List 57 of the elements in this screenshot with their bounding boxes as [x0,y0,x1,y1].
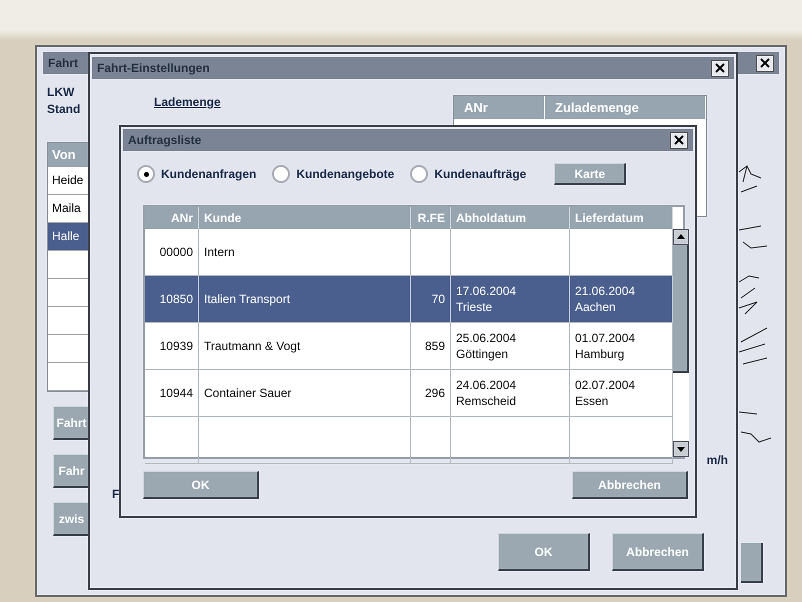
scrollbar[interactable] [673,229,689,457]
column-header[interactable]: Kunde [199,207,411,229]
dialog-title: Auftragsliste [128,133,202,147]
field-label: Stand [47,101,80,118]
table-cell: 17.06.2004 Trieste [451,276,570,323]
field-label: LKW [47,84,74,101]
table-cell: 296 [411,370,451,417]
radio-option[interactable]: Kundenanfragen [137,165,256,183]
table-cell [411,417,451,464]
action-button[interactable]: zwis [53,502,91,536]
table-cell: Italien Transport [199,276,411,323]
close-button[interactable] [756,54,774,72]
action-button[interactable]: Fahrt [53,406,91,440]
close-icon [674,135,684,145]
radio-button[interactable] [272,165,290,183]
map-button[interactable]: Karte [554,163,626,185]
table-cell: 10939 [145,323,199,370]
radio-button[interactable] [410,165,428,183]
table-cell: 24.06.2004 Remscheid [451,370,570,417]
lademenge-link[interactable]: Lademenge [154,95,221,109]
table-cell: Container Sauer [199,370,411,417]
column-header[interactable]: Lieferdatum [570,207,673,229]
dialog-button[interactable]: OK [143,471,259,499]
column-header: Von [48,143,88,167]
field-label: F [112,487,120,501]
action-button[interactable]: Fahr [53,454,91,488]
list-row[interactable]: Halle [48,223,88,251]
table-cell: 21.06.2004 Aachen [570,276,673,323]
table-cell: 859 [411,323,451,370]
dialog-button[interactable]: OK [498,533,590,571]
radio-option[interactable]: Kundenaufträge [410,165,526,183]
table-cell: 25.06.2004 Göttingen [451,323,570,370]
close-button[interactable] [711,60,729,76]
dialog-button[interactable]: Abbrechen [572,471,688,499]
radio-button[interactable] [137,165,155,183]
radio-option[interactable]: Kundenangebote [272,165,394,183]
dialog-button[interactable]: Abbrechen [612,533,704,571]
table-cell: 10850 [145,276,199,323]
table-cell [145,417,199,464]
table-cell: 70 [411,276,451,323]
close-icon [715,63,725,73]
scroll-thumb[interactable] [673,245,689,373]
column-header: ANr [454,96,545,119]
speed-unit: m/h [706,453,728,467]
close-icon [760,58,770,68]
column-header[interactable]: ANr [145,207,199,229]
window-title: Fahrt [48,56,78,70]
table-cell: 10944 [145,370,199,417]
partial-button[interactable] [741,543,763,583]
column-header: Zulademenge [545,96,706,119]
table-cell: Trautmann & Vogt [199,323,411,370]
scroll-up-icon[interactable] [673,229,689,245]
close-button[interactable] [670,132,688,148]
scroll-down-icon[interactable] [673,441,689,457]
column-header[interactable]: Abholdatum [451,207,570,229]
column-header[interactable]: R.FE [411,207,451,229]
window-title: Fahrt-Einstellungen [97,61,210,75]
